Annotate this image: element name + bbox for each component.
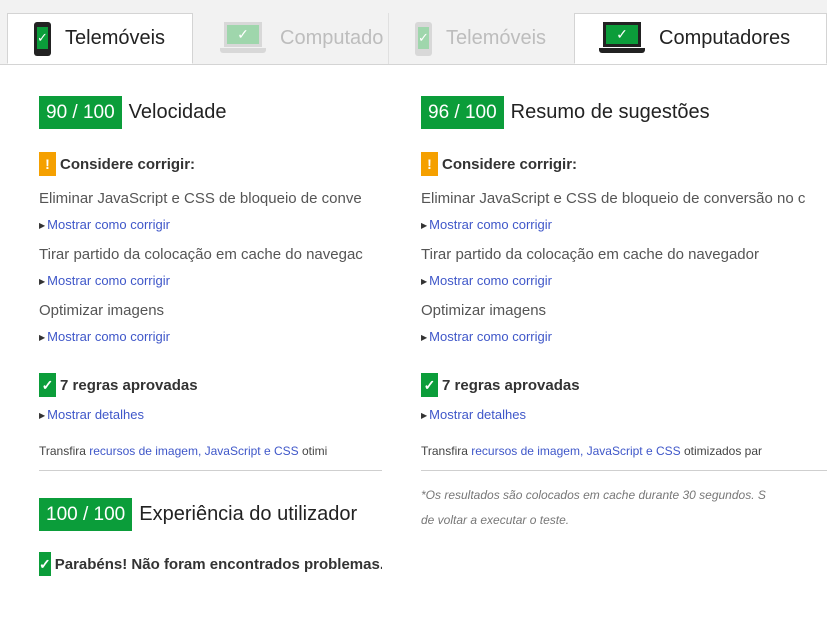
expand-triangle-icon: ▶ xyxy=(421,277,428,286)
resources-link[interactable]: recursos de imagem, JavaScript e CSS xyxy=(471,444,680,458)
show-how-to-fix-label: Mostrar como corrigir xyxy=(429,217,552,232)
tab-desktop[interactable]: ✓ Computadores xyxy=(574,13,827,64)
rule-title: Optimizar imagens xyxy=(421,302,547,319)
show-how-to-fix-label: Mostrar como corrigir xyxy=(429,273,552,288)
tab-mobile-ghost-label: Telemóveis xyxy=(446,27,547,49)
passed-rules-header: ✓ 7 regras aprovadas xyxy=(39,373,382,397)
consider-fixing-header: ! Considere corrigir: xyxy=(421,152,827,176)
show-how-to-fix-label: Mostrar como corrigir xyxy=(47,217,170,232)
show-details-link[interactable]: ▶ Mostrar detalhes xyxy=(39,407,382,422)
rule-list: Eliminar JavaScript e CSS de bloqueio de… xyxy=(421,190,827,344)
divider xyxy=(39,470,382,471)
no-issues-header: ✓ Parabéns! Não foram encontrados proble… xyxy=(39,552,382,576)
no-issues-label: Parabéns! Não foram encontrados problema… xyxy=(54,555,382,573)
tab-desktop-ghost-label: Computado xyxy=(280,27,384,49)
ux-score-row: 100 / 100 Experiência do utilizador xyxy=(39,498,382,531)
check-icon: ✓ xyxy=(39,552,51,576)
rule-title: Tirar partido da colocação em cache do n… xyxy=(39,246,363,263)
tab-mobile-label: Telemóveis xyxy=(65,27,166,49)
passed-rule-note: Transfira recursos de imagem, JavaScript… xyxy=(39,444,328,458)
rule-title: Optimizar imagens xyxy=(39,302,165,319)
laptop-icon: ✓ xyxy=(599,21,645,56)
tab-mobile-ghost[interactable]: ✓ Telemóveis xyxy=(388,13,574,64)
summary-score-badge: 96 / 100 xyxy=(421,96,504,129)
rule-title: Tirar partido da colocação em cache do n… xyxy=(421,246,759,263)
expand-triangle-icon: ▶ xyxy=(39,333,46,342)
expand-triangle-icon: ▶ xyxy=(39,277,46,286)
show-how-to-fix-label: Mostrar como corrigir xyxy=(429,329,552,344)
consider-fixing-header: ! Considere corrigir: xyxy=(39,152,382,176)
expand-triangle-icon: ▶ xyxy=(421,333,428,342)
rule-list: Eliminar JavaScript e CSS de bloqueio de… xyxy=(39,190,382,344)
summary-score-row: 96 / 100 Resumo de sugestões xyxy=(421,96,827,129)
check-icon: ✓ xyxy=(421,373,438,397)
show-how-to-fix-link[interactable]: ▶ Mostrar como corrigir xyxy=(421,217,827,232)
cache-footnote: *Os resultados são colocados em cache du… xyxy=(421,483,827,533)
consider-fixing-label: Considere corrigir: xyxy=(60,155,196,173)
passed-rules-label: 7 regras aprovadas xyxy=(60,376,198,394)
expand-triangle-icon: ▶ xyxy=(39,221,46,230)
laptop-icon: ✓ xyxy=(220,21,266,56)
expand-triangle-icon: ▶ xyxy=(421,411,428,420)
cache-footnote-line: de voltar a executar o teste. xyxy=(421,513,570,527)
mobile-results-panel: 90 / 100 Velocidade ! Considere corrigir… xyxy=(39,96,382,616)
show-how-to-fix-link[interactable]: ▶ Mostrar como corrigir xyxy=(39,273,382,288)
speed-title: Velocidade xyxy=(128,101,227,123)
resources-link[interactable]: recursos de imagem, JavaScript e CSS xyxy=(89,444,298,458)
phone-icon: ✓ xyxy=(34,21,51,56)
passed-rules-label: 7 regras aprovadas xyxy=(442,376,580,394)
show-how-to-fix-label: Mostrar como corrigir xyxy=(47,329,170,344)
passed-rule-note: Transfira recursos de imagem, JavaScript… xyxy=(421,444,763,458)
tab-mobile[interactable]: ✓ Telemóveis xyxy=(7,13,193,64)
rule-title: Eliminar JavaScript e CSS de bloqueio de… xyxy=(421,190,806,207)
show-details-label: Mostrar detalhes xyxy=(429,407,526,422)
show-details-link[interactable]: ▶ Mostrar detalhes xyxy=(421,407,827,422)
ux-title: Experiência do utilizador xyxy=(139,503,358,525)
tab-desktop-label: Computadores xyxy=(659,27,791,49)
speed-score-row: 90 / 100 Velocidade xyxy=(39,96,382,129)
show-how-to-fix-label: Mostrar como corrigir xyxy=(47,273,170,288)
desktop-results-panel: 96 / 100 Resumo de sugestões ! Considere… xyxy=(421,96,827,616)
divider xyxy=(421,470,827,471)
summary-title: Resumo de sugestões xyxy=(510,101,710,123)
rule-title: Eliminar JavaScript e CSS de bloqueio de… xyxy=(39,190,362,207)
show-details-label: Mostrar detalhes xyxy=(47,407,144,422)
tab-desktop-ghost[interactable]: ✓ Computado xyxy=(216,13,388,64)
check-icon: ✓ xyxy=(39,373,56,397)
expand-triangle-icon: ▶ xyxy=(421,221,428,230)
show-how-to-fix-link[interactable]: ▶ Mostrar como corrigir xyxy=(39,217,382,232)
device-tab-bar: ✓ Telemóveis ✓ Computado ✓ Telemóveis ✓ … xyxy=(0,0,827,65)
expand-triangle-icon: ▶ xyxy=(39,411,46,420)
cache-footnote-line: *Os resultados são colocados em cache du… xyxy=(421,488,766,502)
warning-icon: ! xyxy=(421,152,438,176)
phone-icon: ✓ xyxy=(415,21,432,56)
consider-fixing-label: Considere corrigir: xyxy=(442,155,578,173)
show-how-to-fix-link[interactable]: ▶ Mostrar como corrigir xyxy=(421,329,827,344)
speed-score-badge: 90 / 100 xyxy=(39,96,122,129)
ux-score-badge: 100 / 100 xyxy=(39,498,133,531)
passed-rules-header: ✓ 7 regras aprovadas xyxy=(421,373,827,397)
show-how-to-fix-link[interactable]: ▶ Mostrar como corrigir xyxy=(421,273,827,288)
show-how-to-fix-link[interactable]: ▶ Mostrar como corrigir xyxy=(39,329,382,344)
warning-icon: ! xyxy=(39,152,56,176)
